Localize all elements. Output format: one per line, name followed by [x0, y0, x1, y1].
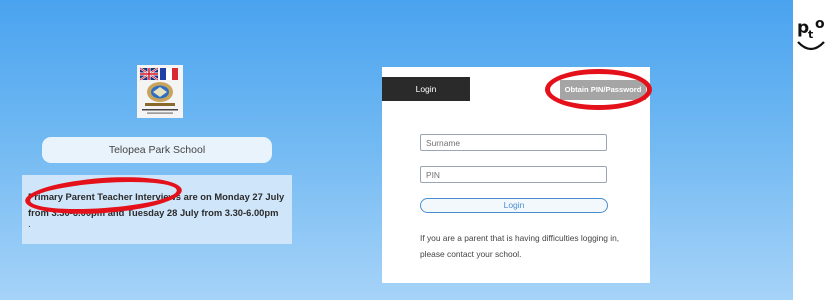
login-button[interactable]: Login — [420, 198, 608, 213]
help-text: If you are a parent that is having diffi… — [420, 233, 620, 259]
obtain-pin-highlight-circle — [545, 69, 652, 110]
school-crest-icon — [137, 65, 183, 118]
surname-input[interactable] — [420, 134, 607, 151]
pto-logo[interactable]: p t o — [796, 12, 826, 58]
school-name-label: Telopea Park School — [42, 137, 272, 163]
pin-input[interactable] — [420, 166, 607, 183]
notice-trailing-mark: . — [28, 219, 31, 230]
logo-letter-o: o — [815, 16, 825, 32]
smile-icon — [797, 41, 825, 51]
tab-login[interactable]: Login — [382, 77, 470, 101]
